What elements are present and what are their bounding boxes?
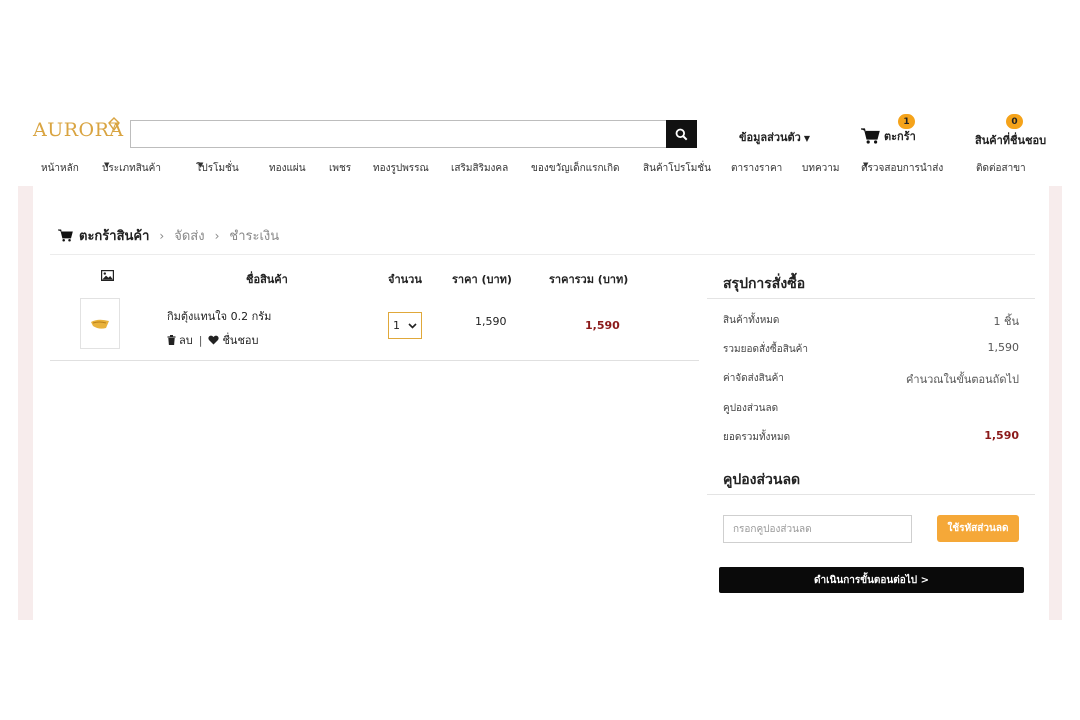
delete-item-button[interactable]: ลบ — [167, 331, 193, 349]
wishlist-action-label: ชื่นชอบ — [222, 334, 259, 347]
quantity-select[interactable]: 1 — [388, 312, 422, 339]
chevron-down-icon: ▼ — [198, 161, 204, 169]
search-button[interactable] — [666, 120, 697, 148]
breadcrumb-separator: › — [159, 228, 165, 243]
search-input[interactable] — [130, 120, 666, 148]
action-separator: | — [198, 333, 203, 347]
nav-item-promo-products[interactable]: สินค้าโปรโมชั่น — [643, 161, 711, 176]
account-menu[interactable]: ข้อมูลส่วนตัว ▼ — [739, 128, 810, 146]
nav-item-auspicious[interactable]: เสริมสิริมงคล — [451, 161, 508, 176]
chevron-down-icon: ▼ — [863, 161, 869, 169]
summary-label-coupon: คูปองส่วนลด — [723, 403, 779, 414]
trash-icon — [167, 335, 176, 345]
summary-value-shipping: คำนวณในขั้นตอนถัดไป — [906, 373, 1019, 386]
cart-panel — [33, 186, 1049, 620]
column-header-quantity: จำนวน — [388, 273, 422, 286]
column-header-price: ราคา (บาท) — [452, 273, 512, 286]
main-nav: หน้าหลัก ประเภทสินค้า ▼ โปรโมชั่น ▼ ทองแผ่… — [0, 161, 1080, 177]
order-summary-title: สรุปการสั่งซื้อ — [723, 276, 806, 292]
summary-value-items: 1 ชิ้น — [993, 315, 1019, 328]
wishlist-count-badge: 0 — [1006, 114, 1023, 129]
divider — [707, 494, 1035, 495]
divider — [50, 360, 699, 361]
image-icon — [101, 270, 114, 281]
item-price: 1,590 — [475, 315, 507, 328]
add-to-wishlist-button[interactable]: ชื่นชอบ — [208, 331, 259, 349]
breadcrumb-step-payment: ชำระเงิน — [229, 229, 280, 244]
nav-item-gold-jewelry[interactable]: ทองรูปพรรณ — [373, 161, 429, 176]
chevron-down-icon — [408, 322, 417, 329]
divider — [707, 298, 1035, 299]
summary-label-shipping: ค่าจัดส่งสินค้า — [723, 373, 784, 384]
coupon-section-title: คูปองส่วนลด — [723, 472, 801, 488]
nav-item-home[interactable]: หน้าหลัก — [41, 161, 79, 176]
delete-label: ลบ — [179, 334, 193, 347]
nav-item-label: ตรวจสอบการนำส่ง — [861, 163, 944, 174]
cart-link[interactable]: ตะกร้า — [861, 127, 916, 145]
gold-jewelry-image — [91, 319, 109, 329]
cart-label: ตะกร้า — [884, 130, 916, 143]
apply-coupon-button[interactable]: ใช้รหัสส่วนลด — [937, 515, 1019, 542]
column-header-total: ราคารวม (บาท) — [549, 273, 629, 286]
account-label: ข้อมูลส่วนตัว — [739, 131, 801, 144]
nav-item-price-table[interactable]: ตารางราคา — [731, 161, 782, 176]
chevron-down-icon: ▼ — [803, 134, 811, 143]
chevron-down-icon: ▼ — [104, 161, 110, 169]
summary-value-subtotal: 1,590 — [987, 341, 1020, 354]
heart-icon — [208, 335, 220, 345]
summary-value-grand-total: 1,590 — [984, 429, 1019, 442]
breadcrumb-step-shipping: จัดส่ง — [174, 229, 205, 244]
breadcrumb-step-cart: ตะกร้าสินค้า — [79, 229, 150, 244]
nav-item-diamond[interactable]: เพชร — [329, 161, 351, 176]
nav-item-gold-bar[interactable]: ทองแผ่น — [269, 161, 306, 176]
breadcrumb: ตะกร้าสินค้า › จัดส่ง › ชำระเงิน — [58, 225, 279, 246]
nav-item-contact[interactable]: ติดต่อสาขา — [976, 161, 1026, 176]
breadcrumb-separator: › — [214, 228, 220, 243]
cart-icon — [58, 229, 73, 242]
column-header-product: ชื่อสินค้า — [246, 273, 288, 286]
divider — [50, 254, 1035, 255]
item-total: 1,590 — [585, 319, 620, 332]
proceed-button[interactable]: ดำเนินการขั้นตอนต่อไป > — [719, 567, 1024, 593]
cart-count-badge: 1 — [898, 114, 915, 129]
summary-label-grand-total: ยอดรวมทั้งหมด — [723, 432, 791, 443]
diamond-logo-icon — [108, 117, 120, 131]
nav-item-newborn-gifts[interactable]: ของขวัญเด็กแรกเกิด — [531, 161, 620, 176]
nav-item-articles[interactable]: บทความ — [802, 161, 839, 176]
product-thumbnail[interactable] — [80, 298, 120, 349]
cart-icon — [861, 128, 880, 144]
product-name[interactable]: กิมตุ้งแทนใจ 0.2 กรัม — [167, 307, 271, 325]
summary-label-items: สินค้าทั้งหมด — [723, 315, 780, 326]
quantity-value: 1 — [393, 319, 400, 332]
nav-item-label: ประเภทสินค้า — [102, 163, 161, 174]
search-icon — [675, 128, 688, 140]
coupon-code-input[interactable] — [723, 515, 912, 543]
summary-label-subtotal: รวมยอดสั่งซื้อสินค้า — [723, 344, 808, 355]
product-actions: ลบ | ชื่นชอบ — [167, 331, 259, 349]
wishlist-link[interactable]: สินค้าที่ชื่นชอบ — [975, 131, 1046, 149]
